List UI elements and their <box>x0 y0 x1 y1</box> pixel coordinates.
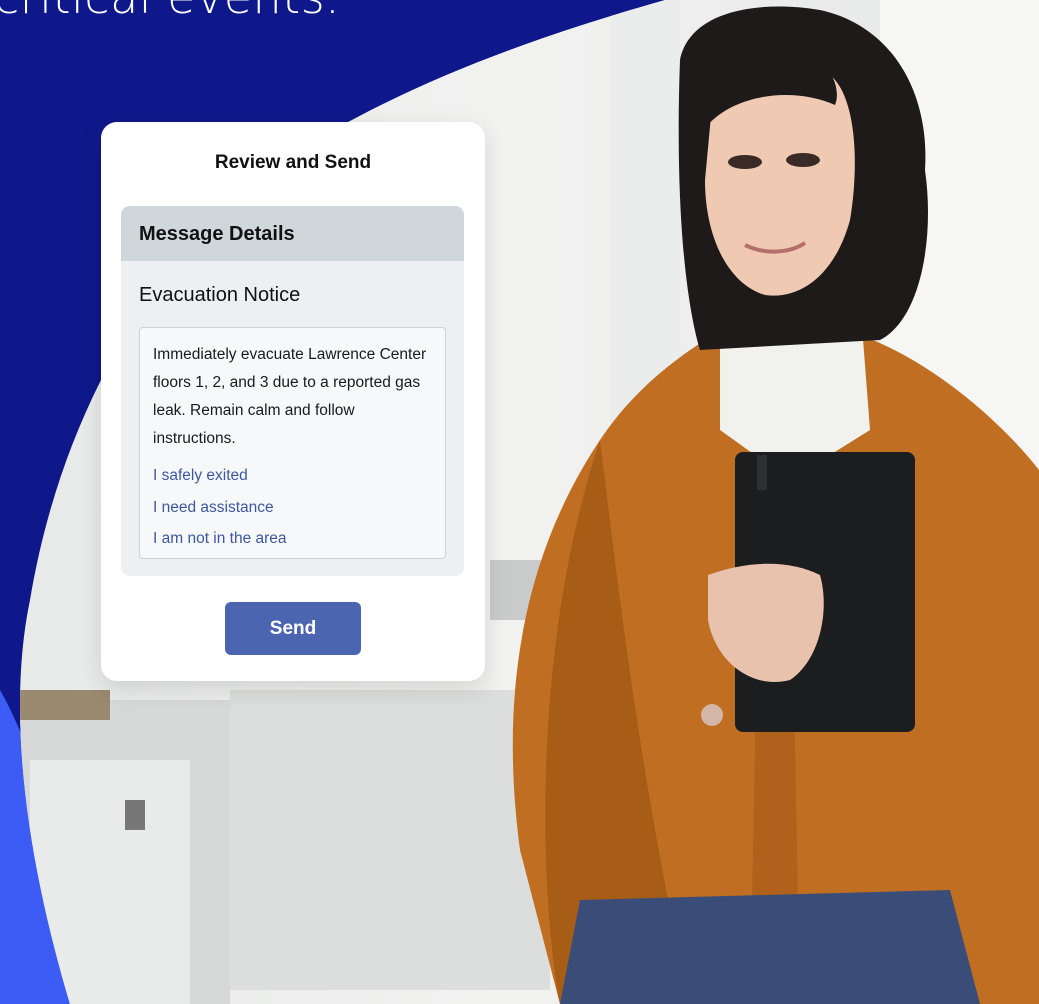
review-send-card: Review and Send Message Details Evacuati… <box>101 122 485 681</box>
page-headline: critical events. <box>0 0 340 24</box>
response-option-need-assistance[interactable]: I need assistance <box>153 492 433 524</box>
message-body-box: Immediately evacuate Lawrence Center flo… <box>139 327 446 559</box>
card-title: Review and Send <box>214 152 372 173</box>
response-option-not-in-area[interactable]: I am not in the area <box>153 523 433 555</box>
message-details-panel: Message Details Evacuation Notice Immedi… <box>121 206 464 576</box>
send-button[interactable]: Send <box>225 602 361 655</box>
response-option-safely-exited[interactable]: I safely exited <box>153 460 433 492</box>
message-details-header: Message Details <box>121 206 464 261</box>
notice-title: Evacuation Notice <box>139 284 301 306</box>
message-text: Immediately evacuate Lawrence Center flo… <box>153 346 427 447</box>
